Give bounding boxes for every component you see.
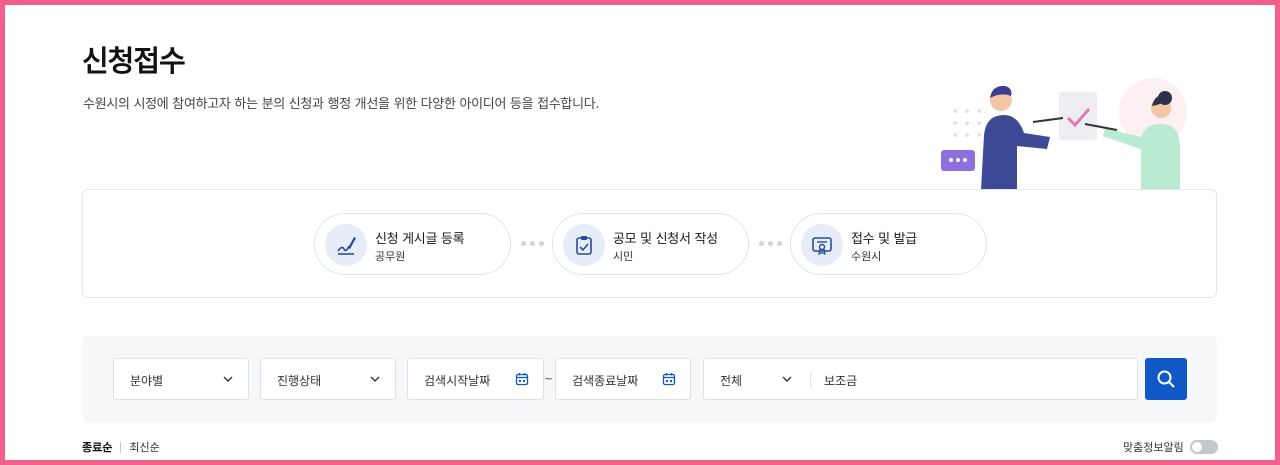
sort-by-end[interactable]: 종료순 [82,439,112,455]
step-title: 접수 및 발급 [851,232,917,247]
chevron-down-icon [370,376,380,382]
status-select[interactable]: 진행상태 [260,358,396,400]
status-select-label: 진행상태 [277,374,322,388]
sort-by-latest[interactable]: 최신순 [129,439,159,455]
search-panel: 분야별 진행상태 검색시작날짜 ~ 검색종료날짜 전체 [82,336,1217,422]
step-connector [759,241,782,246]
field-select-label: 분야별 [130,374,164,388]
process-steps: 신청 게시글 등록 공무원 공모 및 신청서 작성 시민 접수 및 발급 수원시 [82,189,1217,298]
scope-select[interactable]: 전체 [720,372,742,389]
notify-toggle[interactable] [1189,440,1218,454]
notify-setting: 맞춤정보알림 [1123,439,1218,455]
calendar-icon[interactable] [662,372,676,386]
keyword-input[interactable] [824,371,1124,389]
search-icon [1157,370,1175,388]
step-apply: 공모 및 신청서 작성 시민 [552,213,749,275]
sort-options: 종료순 최신순 [82,439,160,455]
end-date-field[interactable]: 검색종료날짜 [555,358,691,400]
page-title: 신청접수 [82,44,186,78]
step-issue: 접수 및 발급 수원시 [790,213,987,275]
certificate-icon [801,224,843,266]
pen-signature-icon [325,224,367,266]
start-date-field[interactable]: 검색시작날짜 [407,358,544,400]
keyword-search-group: 전체 [703,358,1138,400]
date-range-separator: ~ [544,372,554,385]
divider [120,441,122,453]
page-description: 수원시의 시정에 참여하고자 하는 분의 신청과 행정 개선을 위한 다양한 아… [83,97,600,112]
step-actor: 시민 [613,250,634,263]
step-actor: 공무원 [375,250,406,263]
start-date-placeholder: 검색시작날짜 [424,374,491,388]
chevron-down-icon [223,376,233,382]
clipboard-check-icon [563,224,605,266]
people-illustration [941,78,1187,190]
search-button[interactable] [1145,358,1187,400]
notify-label: 맞춤정보알림 [1123,441,1184,454]
step-title: 공모 및 신청서 작성 [613,232,718,247]
calendar-icon[interactable] [515,372,529,386]
divider [810,372,811,388]
end-date-placeholder: 검색종료날짜 [572,374,639,388]
step-title: 신청 게시글 등록 [375,232,465,247]
step-actor: 수원시 [851,250,882,263]
chevron-down-icon[interactable] [781,373,793,385]
step-register: 신청 게시글 등록 공무원 [314,213,511,275]
field-select[interactable]: 분야별 [113,358,249,400]
step-connector [521,241,544,246]
